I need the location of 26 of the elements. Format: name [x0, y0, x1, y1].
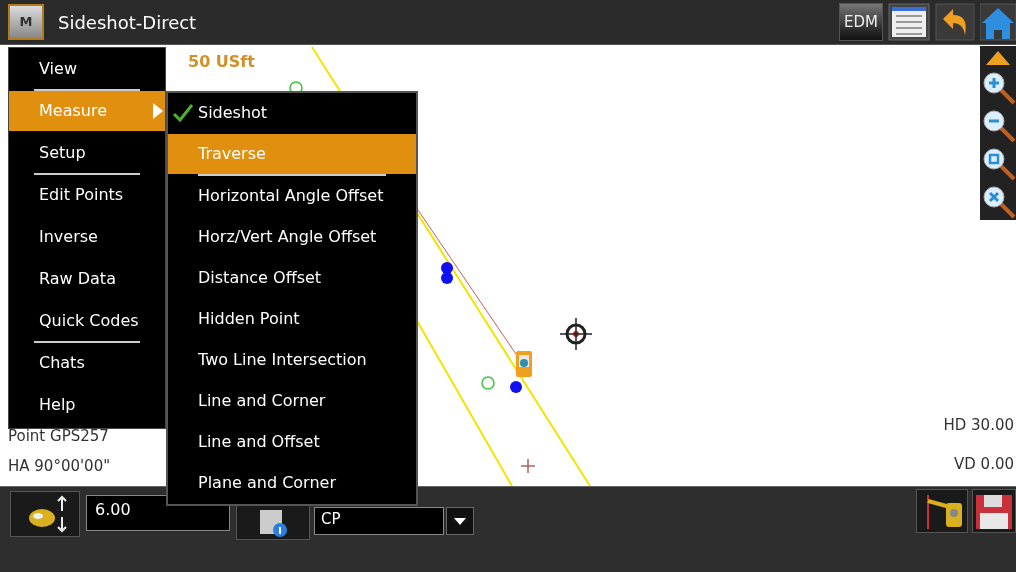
app-menu-button[interactable]: M: [8, 4, 44, 40]
save-icon[interactable]: [972, 489, 1016, 533]
scale-label: 50 USft: [188, 51, 255, 73]
control-point-marker: [481, 376, 495, 390]
cross-marker: [520, 458, 536, 474]
list-icon[interactable]: [888, 3, 930, 41]
point-marker: [510, 381, 522, 393]
zoom-in-icon[interactable]: [980, 69, 1016, 105]
caret-icon[interactable]: [446, 507, 474, 535]
undo-icon[interactable]: [935, 3, 975, 41]
total-station-icon: [516, 351, 532, 377]
home-icon[interactable]: [980, 3, 1016, 41]
vd-reading: VD 0.00: [954, 454, 1014, 475]
ha-reading: HA 90°00'00": [8, 456, 111, 477]
zoom-out-icon[interactable]: [980, 107, 1016, 143]
point-label: Point GPS257: [8, 426, 109, 447]
zoom-fit-icon[interactable]: [980, 183, 1016, 219]
point-marker: [441, 262, 453, 274]
edm-button[interactable]: EDM: [839, 3, 883, 41]
hd-reading: HD 30.00: [943, 415, 1014, 436]
zoom-extents-icon[interactable]: [980, 145, 1016, 181]
rod-height-icon[interactable]: [10, 491, 80, 537]
window-title: Sideshot-Direct: [58, 10, 197, 35]
crosshair-icon: [559, 317, 593, 351]
total-station-icon[interactable]: [916, 489, 968, 533]
point-marker: [441, 272, 453, 284]
